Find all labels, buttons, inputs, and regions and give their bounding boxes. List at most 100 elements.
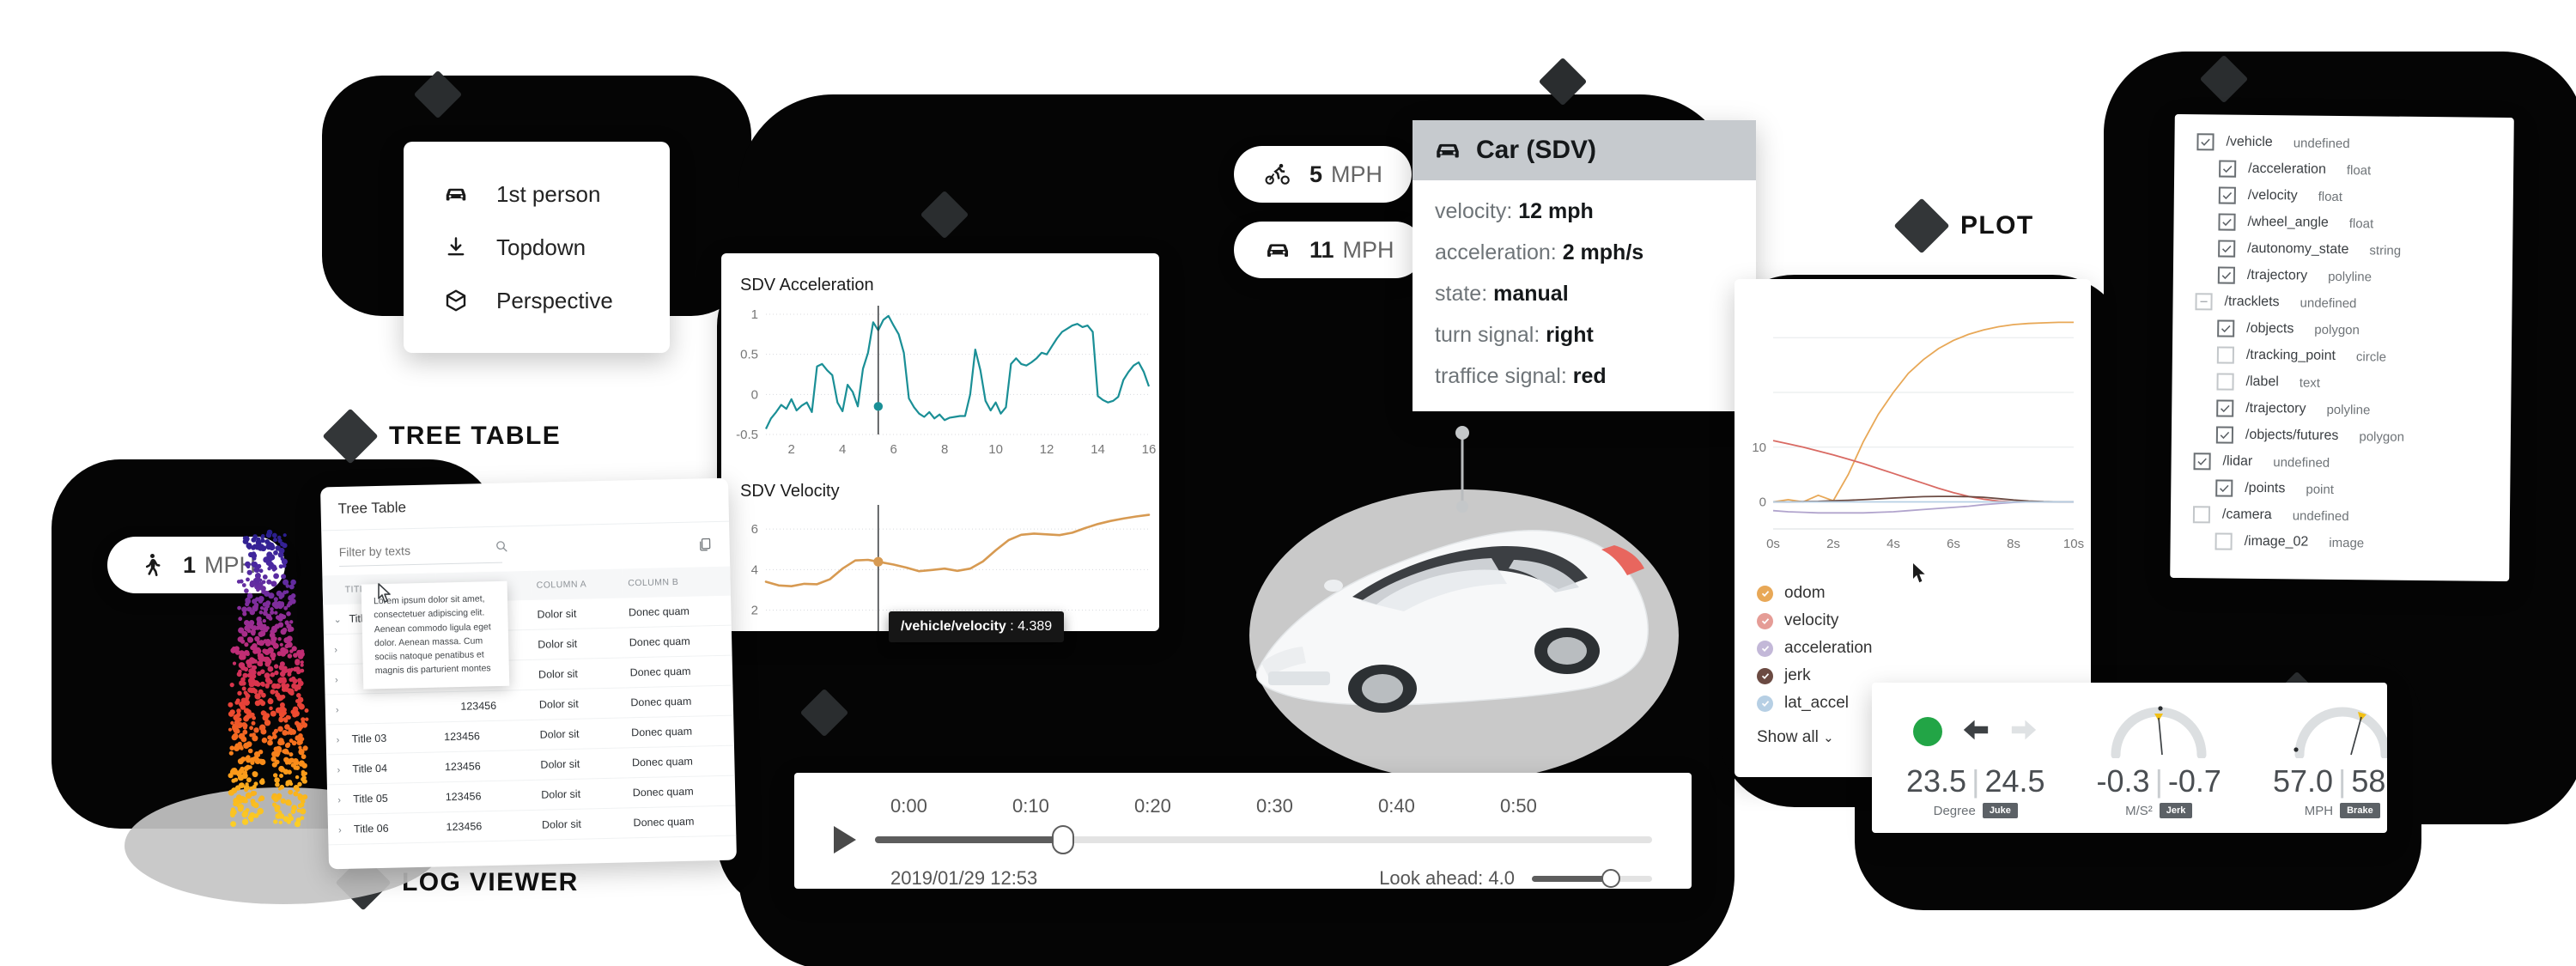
- legend-item-acceleration[interactable]: acceleration: [1757, 639, 2091, 658]
- cell-object-id: 123456: [437, 690, 535, 722]
- stream-row-vehicle[interactable]: /vehicle undefined: [2196, 133, 2491, 154]
- stream-name: /velocity: [2247, 187, 2298, 204]
- legend-item-odom[interactable]: odom: [1757, 584, 2091, 603]
- stream-row-label[interactable]: /label text: [2216, 373, 2488, 392]
- chevron-down-icon[interactable]: ⌄: [333, 614, 349, 625]
- filter-input[interactable]: [338, 541, 495, 559]
- lidar-point: [279, 613, 285, 620]
- lidar-point: [287, 653, 293, 659]
- legend-checkbox-dot[interactable]: [1757, 667, 1773, 684]
- lidar-point: [289, 620, 294, 624]
- lidar-point: [235, 800, 240, 805]
- stream-row-tracklets[interactable]: /tracklets undefined: [2195, 293, 2489, 313]
- timeline-scrubber[interactable]: [875, 825, 1652, 854]
- lidar-point: [253, 781, 258, 787]
- arrow-left-icon[interactable]: [1961, 715, 1990, 749]
- checkbox-checked[interactable]: [2219, 160, 2237, 178]
- stream-row-acceleration[interactable]: /acceleration float: [2219, 160, 2491, 179]
- lidar-point: [248, 623, 254, 629]
- checkbox-checked[interactable]: [2218, 186, 2236, 204]
- checkbox-unchecked[interactable]: [2216, 346, 2235, 364]
- lidar-point: [272, 538, 278, 543]
- checkbox-checked[interactable]: [2217, 319, 2235, 337]
- gauge-steering: 23.5 | 24.5 Degree Juke: [1906, 705, 2045, 818]
- stream-row-trajectory[interactable]: /trajectory polyline: [2217, 266, 2490, 286]
- checkbox-checked[interactable]: [2216, 399, 2234, 417]
- chevron-right-icon[interactable]: ›: [338, 825, 354, 835]
- chevron-right-icon[interactable]: ›: [337, 765, 352, 775]
- lidar-point: [254, 576, 261, 583]
- legend-checkbox-dot[interactable]: [1757, 640, 1773, 657]
- stream-row-image_02[interactable]: /image_02 image: [2215, 532, 2488, 552]
- stream-row-objects-futures[interactable]: /objects/futures polygon: [2215, 426, 2488, 446]
- checkbox-checked[interactable]: [2193, 453, 2211, 471]
- lidar-point: [234, 720, 240, 726]
- legend-item-velocity[interactable]: velocity: [1757, 611, 2091, 630]
- lidar-point: [269, 542, 275, 548]
- checkbox-checked[interactable]: [2217, 266, 2235, 284]
- stream-row-lidar[interactable]: /lidar undefined: [2193, 453, 2488, 473]
- plot-multiseries-chart[interactable]: 10 0 0s 2s 4s 6s 8s 10s: [1735, 279, 2091, 571]
- lidar-point: [282, 627, 288, 633]
- lidar-point: [295, 699, 300, 703]
- camera-menu-item-perspective[interactable]: Perspective: [433, 274, 641, 327]
- chevron-right-icon[interactable]: ›: [336, 705, 351, 715]
- velocity-line: [764, 513, 1151, 587]
- search-icon[interactable]: [494, 538, 508, 557]
- checkbox-checked[interactable]: [2196, 133, 2215, 151]
- look-ahead-handle[interactable]: [1601, 868, 1621, 888]
- timeline-tick-label: 0:00: [890, 795, 927, 817]
- play-icon[interactable]: [834, 826, 856, 854]
- stream-row-autonomy_state[interactable]: /autonomy_state string: [2218, 240, 2490, 259]
- chevron-right-icon[interactable]: ›: [337, 795, 353, 805]
- column-header-b[interactable]: COLUMN B: [622, 566, 731, 598]
- object-card-row: turn signal: right: [1435, 323, 1734, 348]
- lidar-point: [265, 604, 270, 609]
- lidar-point: [259, 606, 264, 611]
- cell-column-b: Donec quam: [624, 655, 733, 688]
- timeline-handle[interactable]: [1052, 825, 1075, 854]
- legend-checkbox-dot[interactable]: [1757, 695, 1773, 712]
- checkbox-unchecked[interactable]: [2192, 506, 2211, 524]
- gauge-unit: Degree: [1933, 803, 1976, 818]
- column-header-a[interactable]: COLUMN A: [531, 568, 623, 600]
- chart-sdv-acceleration[interactable]: -0.500.512 4 6 8 10 12 14 16: [721, 299, 1159, 471]
- checkbox-checked[interactable]: [2215, 426, 2234, 444]
- stream-row-trajectory[interactable]: /trajectory polyline: [2216, 399, 2488, 419]
- chevron-right-icon[interactable]: ›: [335, 675, 350, 685]
- stream-row-tracking_point[interactable]: /tracking_point circle: [2216, 346, 2489, 366]
- checkbox-checked[interactable]: [2215, 479, 2233, 497]
- lidar-point: [249, 580, 256, 586]
- checkbox-checked[interactable]: [2218, 240, 2236, 258]
- timeline-controls: [834, 825, 1652, 854]
- lidar-point: [283, 605, 289, 611]
- stream-row-velocity[interactable]: /velocity float: [2218, 186, 2491, 206]
- checkbox-unchecked[interactable]: [2215, 532, 2233, 550]
- look-ahead-slider[interactable]: [1532, 868, 1652, 888]
- chart-title-acceleration: SDV Acceleration: [740, 276, 874, 295]
- legend-checkbox-dot[interactable]: [1757, 612, 1773, 629]
- copy-icon[interactable]: [696, 537, 713, 556]
- diamond-icon: [322, 408, 379, 465]
- lidar-point: [241, 606, 247, 613]
- tree-table-filter[interactable]: [338, 538, 507, 567]
- checkbox-checked[interactable]: [2218, 213, 2236, 231]
- stream-name: /trajectory: [2245, 400, 2306, 416]
- legend-checkbox-dot[interactable]: [1757, 585, 1773, 602]
- checkbox-indeterminate[interactable]: [2195, 293, 2213, 311]
- lidar-point: [293, 653, 298, 658]
- column-header-object-id[interactable]: OBJECT ID: [434, 570, 532, 603]
- stream-row-points[interactable]: /points point: [2215, 479, 2488, 499]
- lidar-point: [285, 584, 290, 588]
- camera-menu-item-topdown[interactable]: Topdown: [433, 221, 641, 274]
- stream-row-camera[interactable]: /camera undefined: [2192, 506, 2488, 526]
- checkbox-unchecked[interactable]: [2216, 373, 2234, 391]
- arrow-right-icon[interactable]: [2009, 715, 2038, 749]
- lidar-point: [240, 636, 244, 641]
- chevron-right-icon[interactable]: ›: [334, 645, 349, 655]
- stream-row-objects[interactable]: /objects polygon: [2217, 319, 2489, 339]
- chevron-right-icon[interactable]: ›: [337, 735, 352, 745]
- stream-row-wheel_angle[interactable]: /wheel_angle float: [2218, 213, 2490, 233]
- camera-menu-item-1st-person[interactable]: 1st person: [433, 167, 641, 221]
- timeline-tick-label: 0:20: [1134, 795, 1171, 817]
